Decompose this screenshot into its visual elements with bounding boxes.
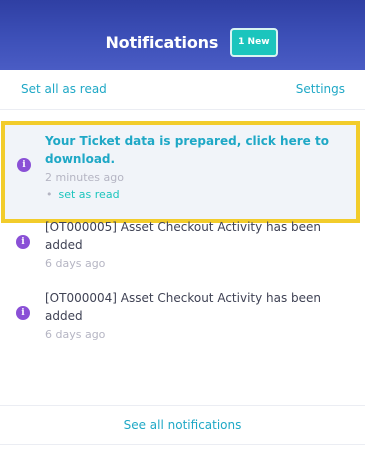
notifications-header: Notifications 1 New (0, 0, 365, 70)
set-all-read-link[interactable]: Set all as read (21, 82, 107, 96)
notification-title: [OT000004] Asset Checkout Activity has b… (45, 291, 322, 323)
notification-item[interactable]: i [OT000005] Asset Checkout Activity has… (0, 218, 365, 278)
notification-body: [OT000005] Asset Checkout Activity has b… (45, 218, 347, 272)
notification-time: 2 minutes ago (45, 171, 124, 184)
info-icon: i (16, 306, 30, 320)
header-title: Notifications (105, 32, 219, 52)
notification-item[interactable]: i [OT000004] Asset Checkout Activity has… (0, 289, 365, 349)
notification-title[interactable]: Your Ticket data is prepared, click here… (45, 132, 338, 168)
notification-time: 6 days ago (45, 328, 106, 341)
set-as-read-label: set as read (58, 188, 120, 201)
set-as-read-link[interactable]: • set as read (45, 186, 338, 203)
info-icon: i (16, 235, 30, 249)
see-all-notifications-link[interactable]: See all notifications (124, 418, 242, 432)
notification-item[interactable]: i Your Ticket data is prepared, click he… (1, 121, 360, 223)
bullet-icon: • (46, 188, 53, 201)
notification-body: Your Ticket data is prepared, click here… (45, 132, 338, 203)
notification-actions: Set all as read Settings (0, 70, 365, 110)
notifications-footer: See all notifications (0, 405, 365, 445)
notification-time: 6 days ago (45, 257, 106, 270)
notification-body: [OT000004] Asset Checkout Activity has b… (45, 289, 347, 343)
new-count-badge: 1 New (230, 27, 278, 57)
info-icon: i (17, 158, 31, 172)
settings-link[interactable]: Settings (296, 82, 345, 96)
notification-title: [OT000005] Asset Checkout Activity has b… (45, 220, 322, 252)
